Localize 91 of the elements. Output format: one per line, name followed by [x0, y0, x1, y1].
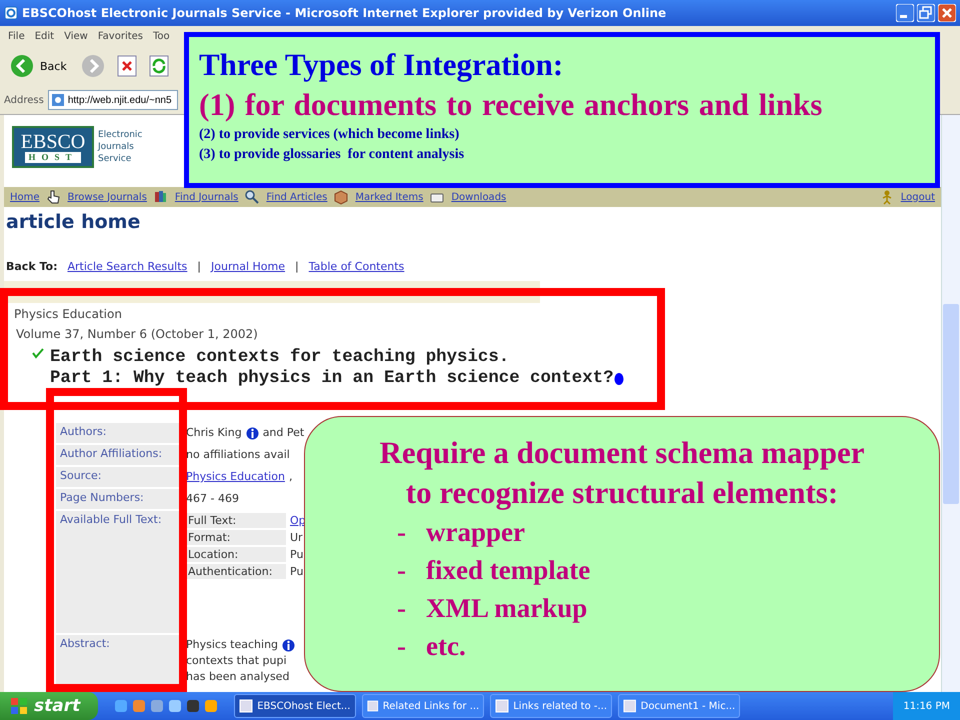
- restore-icon[interactable]: [917, 4, 935, 22]
- source-link[interactable]: Physics Education: [186, 469, 285, 485]
- site-tagline: Journals: [98, 141, 135, 153]
- field-label: Available Full Text:: [56, 511, 180, 633]
- breadcrumb-link[interactable]: Article Search Results: [67, 260, 188, 272]
- taskbar-button[interactable]: EBSCOhost Elect...: [234, 694, 356, 718]
- nav-link[interactable]: Find Articles: [266, 192, 328, 202]
- stop-icon[interactable]: [116, 55, 137, 77]
- window-title: EBSCOhost Electronic Journals Service - Microsoft Internet Explorer provided by Verizon Online: [22, 6, 668, 20]
- field-value: has been analysed: [186, 669, 290, 685]
- field-label: Source:: [56, 467, 180, 487]
- field-value: 467 - 469: [186, 491, 239, 507]
- logout-link[interactable]: Logout: [900, 192, 935, 202]
- window-icon: [367, 699, 379, 713]
- menu-item[interactable]: View: [64, 30, 88, 42]
- magnifier-icon: [244, 189, 260, 205]
- field-value: no affiliations avail: [186, 447, 290, 463]
- clock: 11:16 PM: [903, 700, 950, 712]
- article-title: Part 1: Why teach physics in an Earth science context?: [50, 368, 614, 389]
- callout-text: (2) to provide services (which become links): [199, 126, 460, 144]
- field-value: ,: [288, 469, 292, 485]
- callout-text: etc.: [426, 630, 466, 663]
- field-value: contexts that pupi: [186, 653, 287, 669]
- menu-item[interactable]: Favorites: [98, 30, 144, 42]
- field-value: and Pet: [262, 425, 304, 441]
- info-icon: [614, 372, 624, 384]
- taskbar-button[interactable]: Links related to -...: [490, 694, 612, 718]
- field-value: Physics teaching: [186, 637, 278, 653]
- nav-link[interactable]: Marked Items: [355, 192, 424, 202]
- nav-link[interactable]: Find Journals: [174, 192, 238, 202]
- journal-name: Physics Education: [13, 306, 123, 321]
- issue-info: Volume 37, Number 6 (October 1, 2002): [15, 326, 259, 341]
- bullet-dash: -: [397, 592, 406, 625]
- page-icon: [50, 93, 65, 107]
- article-title: Earth science contexts for teaching physics.: [50, 347, 510, 368]
- address-field[interactable]: http://web.njit.edu/~nn5: [48, 90, 178, 110]
- page-heading: article home: [5, 210, 142, 235]
- field-label: Author Affiliations:: [56, 445, 180, 465]
- field-value: Pu: [289, 547, 304, 562]
- callout-text: wrapper: [426, 516, 525, 549]
- books-icon: [152, 189, 169, 205]
- field-value: Pu: [289, 564, 304, 579]
- window-icon: [495, 699, 510, 713]
- breadcrumb-link[interactable]: Journal Home: [211, 260, 286, 272]
- hand-pointer-icon: [46, 189, 62, 205]
- nav-link[interactable]: Browse Journals: [68, 192, 147, 202]
- field-value: Ur: [289, 530, 304, 545]
- callout-title: Three Types of Integration:: [199, 46, 564, 84]
- minimize-icon[interactable]: [896, 4, 914, 22]
- field-value: Chris King: [186, 425, 242, 441]
- bullet-dash: -: [397, 630, 406, 663]
- callout-text: (3) to provide glossaries for content analysis: [199, 146, 466, 164]
- back-button[interactable]: Back: [8, 52, 69, 80]
- field-label: Authors:: [56, 423, 180, 443]
- callout-text: fixed template: [426, 554, 590, 587]
- site-tagline: Electronic: [98, 129, 142, 141]
- window-icon: [623, 699, 637, 713]
- windows-logo-icon: [10, 697, 28, 715]
- field-label: Format:: [186, 530, 286, 545]
- callout-text: Require a document schema mapper: [378, 434, 866, 472]
- separator: |: [295, 260, 299, 272]
- callout-text: XML markup: [426, 592, 588, 625]
- scrollbar[interactable]: [941, 115, 960, 692]
- ebsco-logo: EBSCO HOST: [12, 126, 94, 168]
- check-icon: [32, 347, 44, 359]
- back-to-label: Back To:: [6, 260, 58, 272]
- scroll-thumb[interactable]: [943, 304, 959, 504]
- field-label: Location:: [186, 547, 286, 562]
- site-tagline: Service: [98, 153, 132, 165]
- field-label: Page Numbers:: [56, 489, 180, 509]
- menu-item[interactable]: Too: [153, 30, 170, 42]
- breadcrumb-link[interactable]: Table of Contents: [308, 260, 404, 272]
- nav-link[interactable]: Downloads: [451, 192, 506, 202]
- refresh-icon[interactable]: [148, 55, 169, 77]
- browser-icon: [4, 6, 18, 20]
- bullet-dash: -: [397, 554, 406, 587]
- taskbar-button[interactable]: Document1 - Mic...: [618, 694, 740, 718]
- bullet-dash: -: [397, 516, 406, 549]
- callout-text: (1) for documents to receive anchors and links: [199, 86, 824, 124]
- field-label: Abstract:: [56, 635, 180, 687]
- taskbar-button[interactable]: Related Links for ...: [362, 694, 484, 718]
- close-icon[interactable]: [938, 4, 956, 22]
- nav-link[interactable]: Home: [10, 192, 40, 202]
- field-label: Authentication:: [186, 564, 286, 579]
- menu-item[interactable]: File: [8, 30, 25, 42]
- address-label: Address: [4, 94, 44, 106]
- separator: |: [197, 260, 201, 272]
- callout-text: to recognize structural elements:: [404, 474, 840, 512]
- menu-item[interactable]: Edit: [34, 30, 54, 42]
- window-icon: [239, 699, 254, 713]
- field-label: Full Text:: [186, 513, 286, 528]
